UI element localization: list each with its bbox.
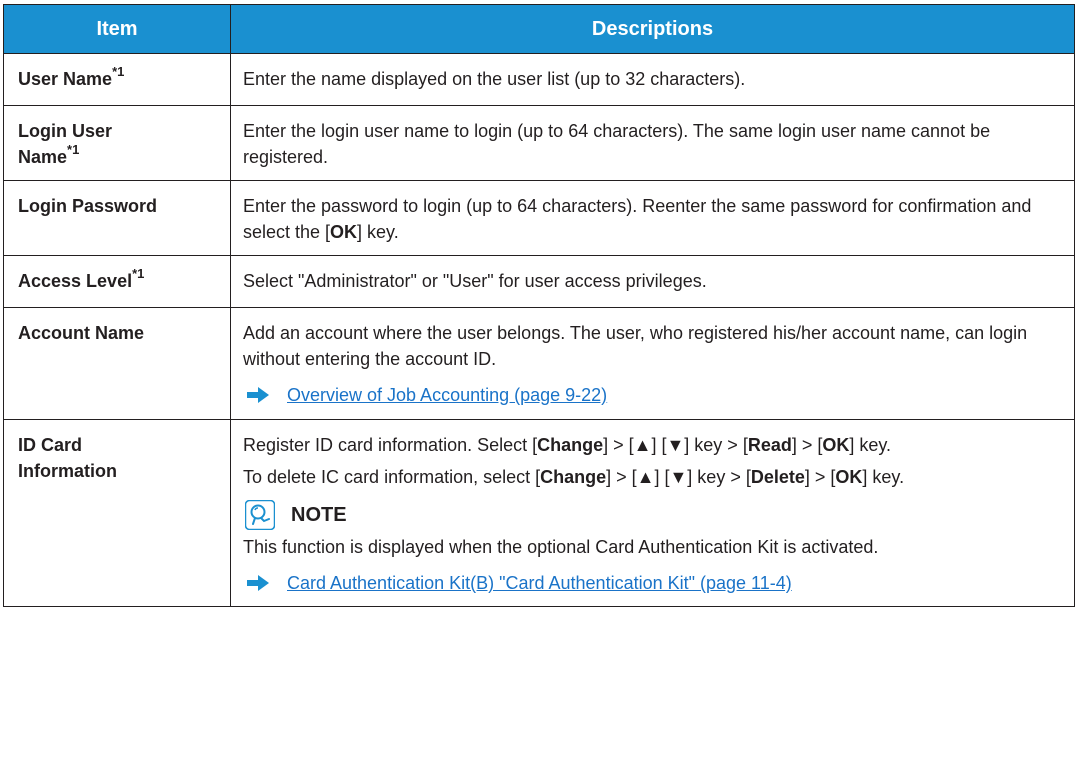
desc-part: ] > [▲] [▼] key > [: [606, 467, 751, 487]
table-row: ID Card Information Register ID card info…: [3, 419, 1075, 607]
footnote-marker: *1: [112, 64, 125, 79]
desc-text: Enter the name displayed on the user lis…: [243, 69, 746, 89]
item-label: Access Level: [18, 271, 133, 291]
note-label: NOTE: [291, 504, 347, 526]
item-login-password: Login Password: [3, 180, 231, 256]
item-label: Account Name: [18, 323, 145, 343]
key-change: Change: [540, 467, 607, 487]
key-delete: Delete: [750, 467, 805, 487]
item-login-user-name: Login User Name*1: [3, 105, 231, 181]
desc-part: ] key.: [862, 467, 905, 487]
desc-login-user-name: Enter the login user name to login (up t…: [230, 105, 1075, 181]
desc-login-password: Enter the password to login (up to 64 ch…: [230, 180, 1075, 256]
link-line: Overview of Job Accounting (page 9-22): [243, 382, 1060, 408]
desc-part: ] > [▲] [▼] key > [: [603, 435, 748, 455]
footnote-marker: *1: [67, 142, 80, 157]
table-row: Access Level*1 Select "Administrator" or…: [3, 255, 1075, 308]
desc-text: To delete IC card information, select [C…: [243, 464, 1060, 490]
card-authentication-link[interactable]: Card Authentication Kit(B) "Card Authent…: [287, 570, 792, 596]
header-descriptions: Descriptions: [230, 4, 1075, 54]
desc-text: Enter the password to login (up to 64 ch…: [243, 193, 1060, 245]
item-label: Name: [18, 147, 68, 167]
link-line: Card Authentication Kit(B) "Card Authent…: [243, 570, 1060, 596]
key-ok: OK: [330, 222, 358, 242]
desc-part: Register ID card information. Select [: [243, 435, 538, 455]
table-row: Login Password Enter the password to log…: [3, 180, 1075, 256]
arrow-right-icon: [247, 575, 269, 591]
item-label: ID Card: [18, 435, 83, 455]
desc-user-name: Enter the name displayed on the user lis…: [230, 53, 1075, 106]
note-text: This function is displayed when the opti…: [243, 537, 879, 557]
key-read: Read: [747, 435, 792, 455]
desc-text: Register ID card information. Select [Ch…: [243, 432, 1060, 458]
job-accounting-link[interactable]: Overview of Job Accounting (page 9-22): [287, 382, 607, 408]
header-item: Item: [3, 4, 231, 54]
note-lightbulb-icon: [245, 500, 275, 530]
footnote-marker: *1: [132, 266, 145, 281]
item-id-card: ID Card Information: [3, 419, 231, 607]
desc-id-card: Register ID card information. Select [Ch…: [230, 419, 1075, 607]
note-heading: NOTE: [243, 500, 1060, 530]
key-change: Change: [537, 435, 604, 455]
item-access-level: Access Level*1: [3, 255, 231, 308]
desc-text: Add an account where the user belongs. T…: [243, 323, 1028, 369]
item-label: Login Password: [18, 196, 158, 216]
item-label: Login User: [18, 121, 113, 141]
item-label: Information: [18, 461, 117, 481]
item-label: User Name: [18, 69, 113, 89]
table-row: Login User Name*1 Enter the login user na…: [3, 105, 1075, 181]
desc-access-level: Select "Administrator" or "User" for use…: [230, 255, 1075, 308]
table-row: Account Name Add an account where the us…: [3, 307, 1075, 420]
desc-account-name: Add an account where the user belongs. T…: [230, 307, 1075, 420]
desc-text: Enter the login user name to login (up t…: [243, 121, 991, 167]
key-ok: OK: [822, 435, 850, 455]
arrow-right-icon: [247, 387, 269, 403]
desc-part: ] key.: [849, 435, 892, 455]
item-user-name: User Name*1: [3, 53, 231, 106]
desc-part: To delete IC card information, select [: [243, 467, 541, 487]
desc-text: Select "Administrator" or "User" for use…: [243, 271, 707, 291]
desc-part: ] > [: [804, 467, 836, 487]
item-account-name: Account Name: [3, 307, 231, 420]
desc-part: ] > [: [791, 435, 823, 455]
desc-part: ] key.: [357, 222, 399, 242]
header-row: Item Descriptions: [3, 4, 1075, 54]
settings-table: Item Descriptions User Name*1 Enter the …: [3, 4, 1075, 607]
key-ok: OK: [835, 467, 863, 487]
table-row: User Name*1 Enter the name displayed on …: [3, 53, 1075, 106]
